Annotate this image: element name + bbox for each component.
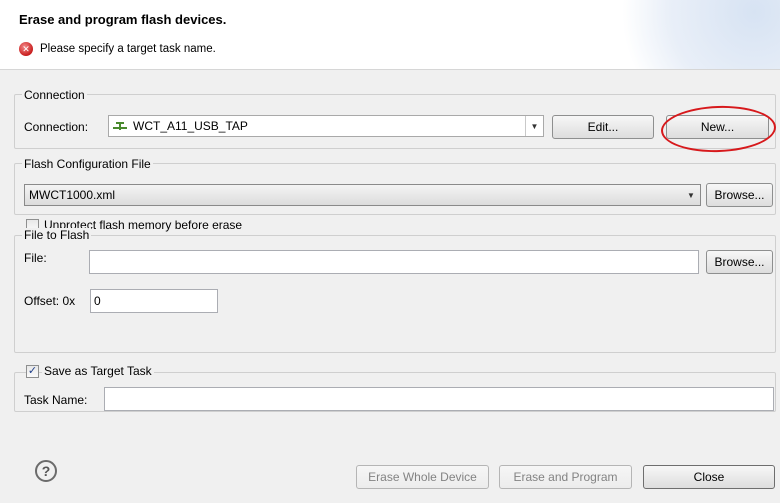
save-target-task-label: Save as Target Task — [42, 364, 154, 378]
close-button[interactable]: Close — [643, 465, 775, 489]
error-icon: ✕ — [19, 42, 33, 56]
offset-input[interactable]: 0 — [90, 289, 218, 313]
file-input[interactable] — [89, 250, 699, 274]
flash-config-browse-button[interactable]: Browse... — [706, 183, 773, 207]
dialog-header: Erase and program flash devices. ✕ Pleas… — [0, 0, 780, 70]
flash-config-group-label: Flash Configuration File — [22, 157, 153, 171]
flash-config-select[interactable]: MWCT1000.xml ▼ — [24, 184, 701, 206]
connection-select[interactable]: WCT_A11_USB_TAP ▼ — [108, 115, 544, 137]
error-message-row: ✕ Please specify a target task name. — [19, 41, 216, 57]
file-to-flash-group-label: File to Flash — [22, 228, 92, 242]
help-icon[interactable]: ? — [35, 460, 57, 482]
connection-icon — [113, 121, 127, 131]
erase-and-program-button[interactable]: Erase and Program — [499, 465, 632, 489]
connection-label: Connection: — [24, 120, 89, 134]
save-target-task-checkbox[interactable]: ✓ — [26, 365, 39, 378]
error-message: Please specify a target task name. — [40, 43, 216, 55]
flash-config-select-value: MWCT1000.xml — [29, 188, 116, 202]
file-label: File: — [24, 251, 47, 265]
connection-select-value: WCT_A11_USB_TAP — [133, 119, 248, 133]
chevron-down-icon[interactable]: ▼ — [525, 116, 543, 136]
file-browse-button[interactable]: Browse... — [706, 250, 773, 274]
chevron-down-icon[interactable]: ▼ — [682, 185, 700, 205]
new-connection-button[interactable]: New... — [666, 115, 769, 139]
header-decoration — [600, 0, 780, 69]
edit-connection-button[interactable]: Edit... — [552, 115, 654, 139]
checkmark-icon: ✓ — [27, 365, 38, 377]
connection-group-label: Connection — [22, 88, 87, 102]
offset-label: Offset: 0x — [24, 294, 76, 308]
erase-whole-device-button[interactable]: Erase Whole Device — [356, 465, 489, 489]
task-name-label: Task Name: — [24, 393, 88, 407]
dialog-title: Erase and program flash devices. — [19, 12, 227, 27]
task-name-input[interactable] — [104, 387, 774, 411]
